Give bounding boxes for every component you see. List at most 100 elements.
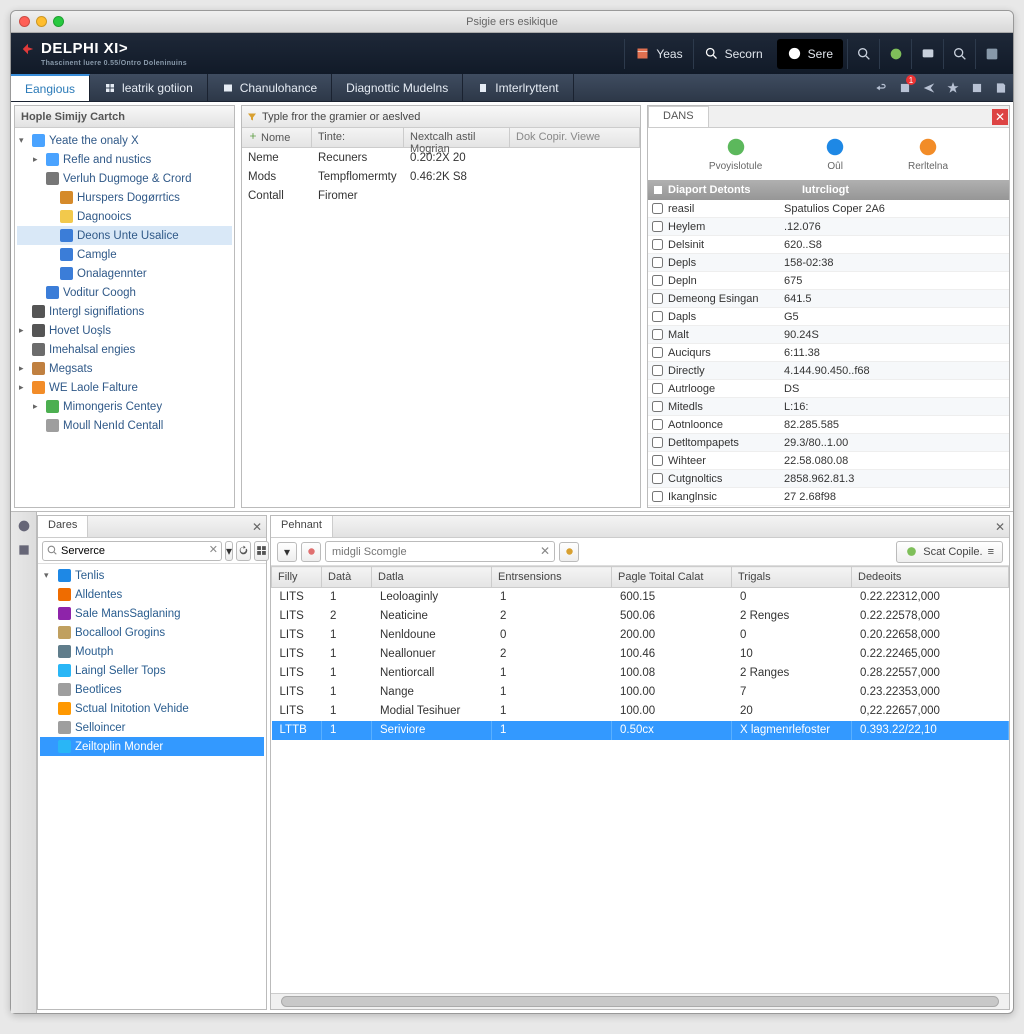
dares-tree-node[interactable]: Zeiltoplin Monder: [40, 737, 264, 756]
tree-node[interactable]: Dagnooics: [17, 207, 232, 226]
panel-action-icon[interactable]: Pvoyislotule: [709, 136, 762, 172]
tree-node[interactable]: Hurspers Dogørrtics: [17, 188, 232, 207]
mid-row[interactable]: ContallFiromer: [242, 186, 640, 205]
property-checkbox[interactable]: [652, 365, 663, 376]
toolbar-save-icon[interactable]: [989, 74, 1013, 101]
dares-tree-node[interactable]: ▾Tenlis: [40, 566, 264, 585]
property-checkbox[interactable]: [652, 455, 663, 466]
refresh-button[interactable]: [236, 541, 251, 561]
scat-compile-button[interactable]: Scat Copile. ≡: [896, 541, 1003, 563]
tree-node[interactable]: ▸Refle and nustics: [17, 150, 232, 169]
property-row[interactable]: Wihteer22.58.080.08: [648, 452, 1009, 470]
dares-tree-node[interactable]: Selloincer: [40, 718, 264, 737]
menu-icon[interactable]: [975, 39, 1007, 69]
panel-action-icon[interactable]: Rerltelna: [908, 136, 948, 172]
property-row[interactable]: Depln675: [648, 272, 1009, 290]
property-row[interactable]: MitedlsL:16:: [648, 398, 1009, 416]
property-row[interactable]: Heylem.12.076: [648, 218, 1009, 236]
table-row[interactable]: LITS1Modial Tesihuer1100.00200,22.22657,…: [272, 702, 1009, 721]
mid-row[interactable]: ModsTempflomermty0.46:2K S8: [242, 167, 640, 186]
tree-node[interactable]: ▸Mimongeris Centey: [17, 397, 232, 416]
stop-button[interactable]: [559, 542, 579, 562]
header-search2-icon[interactable]: [943, 39, 975, 69]
secorn-button[interactable]: Secorn: [693, 39, 773, 69]
property-row[interactable]: Cutgnoltics2858.962.81.3: [648, 470, 1009, 488]
tree-node[interactable]: ▸Megsats: [17, 359, 232, 378]
tab-pehnant[interactable]: Pehnant: [271, 516, 333, 537]
toolbar-more-icon[interactable]: [965, 74, 989, 101]
property-row[interactable]: Malt90.24S: [648, 326, 1009, 344]
column-header[interactable]: Entrsensions: [492, 567, 612, 588]
right-panel-close-icon[interactable]: ✕: [991, 106, 1009, 127]
apps-icon[interactable]: [879, 39, 911, 69]
tree-node[interactable]: Moull NenId Centall: [17, 416, 232, 435]
property-checkbox[interactable]: [652, 239, 663, 250]
property-row[interactable]: AutrloogeDS: [648, 380, 1009, 398]
dares-tree-node[interactable]: Alldentes: [40, 585, 264, 604]
property-row[interactable]: Demeong Esingan641.5: [648, 290, 1009, 308]
tab-dans[interactable]: DANS: [648, 106, 709, 127]
tab-diagnostic[interactable]: Diagnottic Mudelns: [332, 74, 463, 101]
sere-button[interactable]: Sere: [777, 39, 843, 69]
header-search-icon[interactable]: [847, 39, 879, 69]
tree-node[interactable]: Onalagennter: [17, 264, 232, 283]
gutter-icon-1[interactable]: [16, 518, 32, 534]
panel-action-icon[interactable]: Oûl: [824, 136, 846, 172]
property-checkbox[interactable]: [652, 437, 663, 448]
left-tree[interactable]: ▾Yeate the onaly X▸Refle and nusticsVerl…: [15, 128, 234, 507]
dares-search-input[interactable]: [42, 541, 222, 561]
property-checkbox[interactable]: [652, 347, 663, 358]
property-checkbox[interactable]: [652, 293, 663, 304]
table-row[interactable]: LITS1Nenldoune0200.0000.20.22658,000: [272, 626, 1009, 645]
tree-node[interactable]: Imehalsal engies: [17, 340, 232, 359]
property-row[interactable]: Aotnloonce82.285.585: [648, 416, 1009, 434]
tab-leatrik[interactable]: leatrik gotiion: [90, 74, 208, 101]
table-row[interactable]: LITS2Neaticine2500.062 Renges0.22.22578,…: [272, 607, 1009, 626]
tab-eangious[interactable]: Eangious: [11, 74, 90, 101]
year-button[interactable]: Yeas: [624, 39, 692, 69]
property-checkbox[interactable]: [652, 257, 663, 268]
tree-node[interactable]: ▸WE Laole Falture: [17, 378, 232, 397]
table-row[interactable]: LITS1Neallonuer2100.46100.22.22465,000: [272, 645, 1009, 664]
property-row[interactable]: DaplsG5: [648, 308, 1009, 326]
table-row[interactable]: LITS1Nange1100.0070.23.22353,000: [272, 683, 1009, 702]
pehnant-close-icon[interactable]: ✕: [991, 516, 1009, 537]
property-row[interactable]: reasilSpatulios Coper 2A6: [648, 200, 1009, 218]
dares-tree-node[interactable]: Moutph: [40, 642, 264, 661]
property-checkbox[interactable]: [652, 401, 663, 412]
tab-chanulohance[interactable]: Chanulohance: [208, 74, 332, 101]
filter-dropdown-button[interactable]: ▾: [277, 542, 297, 562]
property-row[interactable]: Detltompapets29.3/80..1.00: [648, 434, 1009, 452]
column-header[interactable]: Dedeoits: [852, 567, 1009, 588]
tab-dares[interactable]: Dares: [38, 516, 88, 537]
column-header[interactable]: Datla: [372, 567, 492, 588]
horizontal-scrollbar[interactable]: [271, 993, 1009, 1009]
property-checkbox[interactable]: [652, 275, 663, 286]
dropdown-button[interactable]: ▾: [225, 541, 233, 561]
property-checkbox[interactable]: [652, 203, 663, 214]
column-header[interactable]: Filly: [272, 567, 322, 588]
property-checkbox[interactable]: [652, 329, 663, 340]
dares-tree-node[interactable]: Sctual Initotion Vehide: [40, 699, 264, 718]
toolbar-undo-icon[interactable]: [869, 74, 893, 101]
property-checkbox[interactable]: [652, 491, 663, 502]
property-row[interactable]: Depls158-02:38: [648, 254, 1009, 272]
dares-tree-node[interactable]: Beotlices: [40, 680, 264, 699]
tab-imterlryttent[interactable]: Imterlryttent: [463, 74, 573, 101]
property-row[interactable]: Ikanglnsic27 2.68f98: [648, 488, 1009, 506]
tree-node[interactable]: Deons Unte Usalice: [17, 226, 232, 245]
property-checkbox[interactable]: [652, 419, 663, 430]
pehnant-table[interactable]: FillyDatàDatlaEntrsensionsPagle Toital C…: [271, 566, 1009, 740]
tree-node[interactable]: ▾Yeate the onaly X: [17, 131, 232, 150]
target-button[interactable]: [301, 542, 321, 562]
tree-node[interactable]: Camgle: [17, 245, 232, 264]
tree-node[interactable]: Voditur Coogh: [17, 283, 232, 302]
toolbar-send-icon[interactable]: [917, 74, 941, 101]
toolbar-notif-icon[interactable]: 1: [893, 74, 917, 101]
tree-node[interactable]: Verluh Dugmoge & Crord: [17, 169, 232, 188]
gutter-icon-2[interactable]: [16, 542, 32, 558]
clear-pehnant-search-icon[interactable]: ✕: [540, 544, 550, 558]
tree-node[interactable]: ▸Hovet Uoşls: [17, 321, 232, 340]
table-row[interactable]: LITS1Leoloaginly1600.1500.22.22312,000: [272, 588, 1009, 607]
grid-toggle-button[interactable]: [254, 541, 269, 561]
